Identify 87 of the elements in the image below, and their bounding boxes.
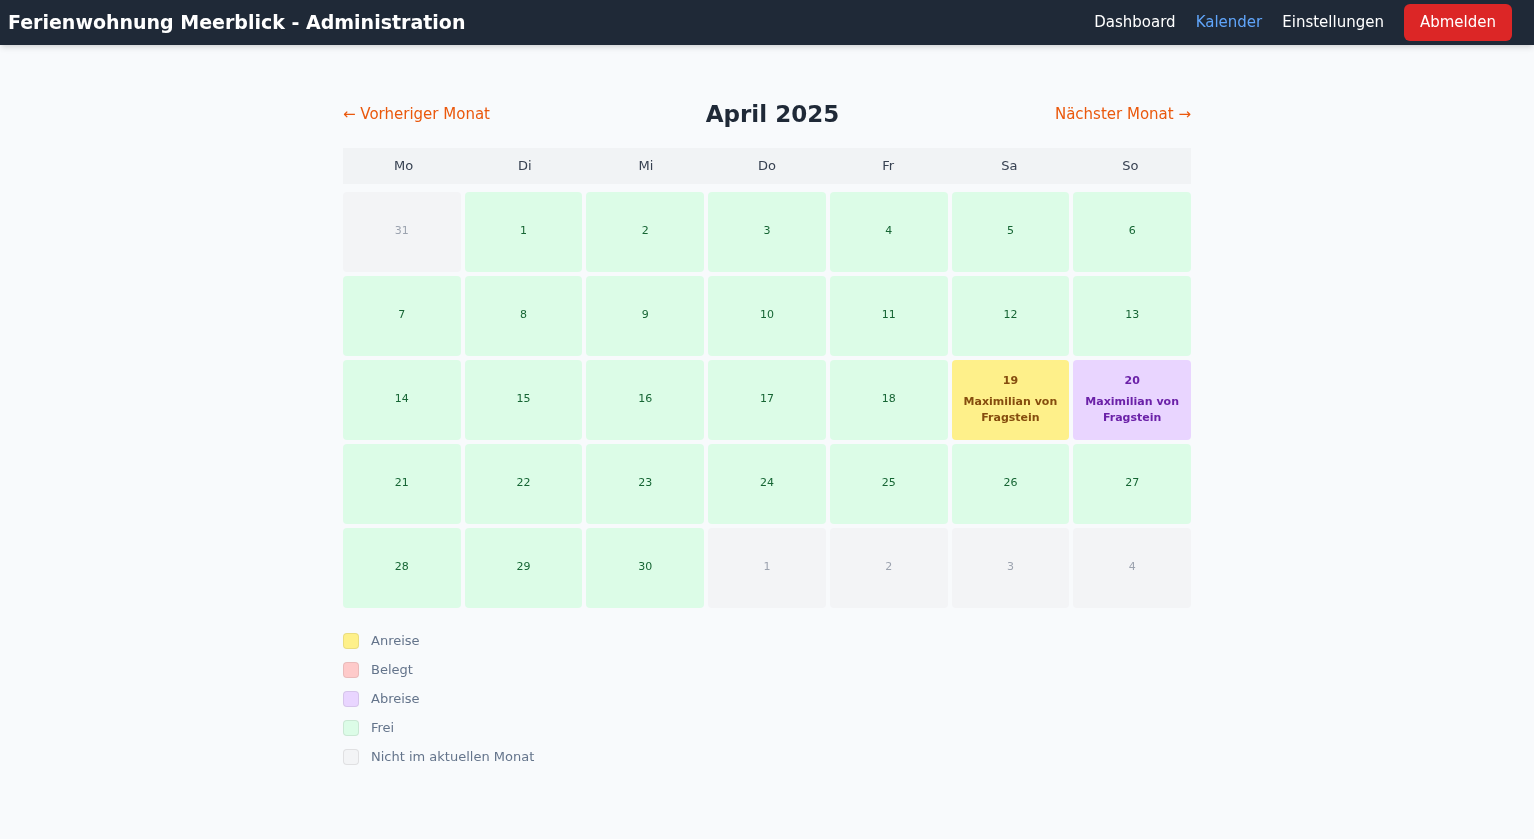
day-cell[interactable]: 10 <box>708 275 826 356</box>
day-cell[interactable]: 4 <box>829 191 948 272</box>
day-number: 1 <box>520 223 528 240</box>
day-cell[interactable]: 30 <box>586 527 705 608</box>
previous-month-link[interactable]: ← Vorheriger Monat <box>343 103 490 126</box>
guest-name: Maximilian von Fragstein <box>1084 393 1180 426</box>
day-number: 4 <box>885 223 893 240</box>
day-cell[interactable]: 17 <box>708 359 826 440</box>
day-cell[interactable]: 16 <box>586 359 705 440</box>
day-cell[interactable]: 3 <box>708 191 826 272</box>
app-title: Ferienwohnung Meerblick - Administration <box>8 10 466 36</box>
day-number: 7 <box>398 307 406 324</box>
day-cell[interactable]: 7 <box>343 275 461 356</box>
day-cell[interactable]: 9 <box>586 275 705 356</box>
day-number: 12 <box>1003 307 1018 324</box>
day-number: 15 <box>516 391 531 408</box>
day-cell[interactable]: 12 <box>951 275 1070 356</box>
day-cell[interactable]: 15 <box>464 359 583 440</box>
day-number: 2 <box>885 559 893 576</box>
day-cell[interactable]: 5 <box>951 191 1070 272</box>
guest-name: Maximilian von Fragstein <box>962 393 1059 426</box>
day-number: 10 <box>760 307 774 324</box>
day-number: 28 <box>394 559 409 576</box>
day-cell[interactable]: 26 <box>951 443 1070 524</box>
day-number: 8 <box>520 307 528 324</box>
day-number: 25 <box>881 475 896 492</box>
day-number: 26 <box>1003 475 1018 492</box>
day-number: 22 <box>516 475 531 492</box>
day-number: 9 <box>641 307 649 324</box>
day-number: 29 <box>516 559 531 576</box>
day-cell[interactable]: 13 <box>1073 275 1191 356</box>
logout-button[interactable]: Abmelden <box>1403 4 1512 41</box>
day-cell[interactable]: 1 <box>464 191 583 272</box>
day-number: 4 <box>1128 559 1136 576</box>
day-number: 1 <box>763 559 771 576</box>
legend-label: Anreise <box>371 632 420 651</box>
next-month-link[interactable]: Nächster Monat → <box>1054 103 1191 126</box>
day-number: 18 <box>881 391 896 408</box>
day-number: 11 <box>881 307 896 324</box>
day-number: 21 <box>394 475 409 492</box>
weekday-label: Do <box>757 156 777 175</box>
legend-label: Belegt <box>371 661 413 680</box>
day-number: 6 <box>1128 223 1136 240</box>
day-cell[interactable]: 18 <box>829 359 948 440</box>
day-number: 13 <box>1125 307 1140 324</box>
day-number: 20 <box>1124 373 1140 390</box>
day-cell[interactable]: 19 Maximilian von Fragstein <box>951 359 1070 440</box>
day-cell[interactable]: 21 <box>343 443 461 524</box>
day-number: 31 <box>394 223 409 240</box>
day-cell[interactable]: 28 <box>343 527 461 608</box>
day-number: 19 <box>1002 373 1019 390</box>
day-cell[interactable]: 11 <box>829 275 948 356</box>
day-number: 2 <box>641 223 649 240</box>
weekday-label: Mo <box>393 156 415 175</box>
day-number: 23 <box>638 475 653 492</box>
day-cell[interactable]: 20 Maximilian von Fragstein <box>1073 359 1191 440</box>
weekday-label: Di <box>516 156 533 175</box>
day-number: 3 <box>1006 559 1014 576</box>
legend-label: Abreise <box>371 690 420 709</box>
day-cell[interactable]: 14 <box>343 359 461 440</box>
day-number: 5 <box>1006 223 1014 240</box>
day-number: 24 <box>760 475 774 492</box>
day-number: 17 <box>760 391 774 408</box>
weekday-label: So <box>1121 156 1140 175</box>
day-cell[interactable]: 6 <box>1073 191 1191 272</box>
nav-link[interactable]: Kalender <box>1195 11 1263 34</box>
legend-label: Frei <box>371 719 395 738</box>
day-cell[interactable]: 25 <box>829 443 948 524</box>
day-cell[interactable]: 8 <box>464 275 583 356</box>
day-number: 27 <box>1125 475 1140 492</box>
day-cell[interactable]: 23 <box>586 443 705 524</box>
legend-label: Nicht im aktuellen Monat <box>371 748 535 767</box>
day-cell[interactable]: 22 <box>464 443 583 524</box>
weekday-label: Mi <box>637 156 655 175</box>
nav-link[interactable]: Einstellungen <box>1282 11 1384 34</box>
day-number: 14 <box>394 391 409 408</box>
nav-link[interactable]: Dashboard <box>1094 11 1176 34</box>
month-title: April 2025 <box>705 100 840 129</box>
day-number: 30 <box>638 559 653 576</box>
day-cell[interactable]: 24 <box>708 443 826 524</box>
day-cell[interactable]: 2 <box>586 191 705 272</box>
day-number: 16 <box>638 391 653 408</box>
day-number: 3 <box>763 223 771 240</box>
day-cell[interactable]: 27 <box>1073 443 1191 524</box>
weekday-label: Sa <box>1000 156 1019 175</box>
weekday-label: Fr <box>881 156 896 175</box>
day-cell[interactable]: 29 <box>464 527 583 608</box>
